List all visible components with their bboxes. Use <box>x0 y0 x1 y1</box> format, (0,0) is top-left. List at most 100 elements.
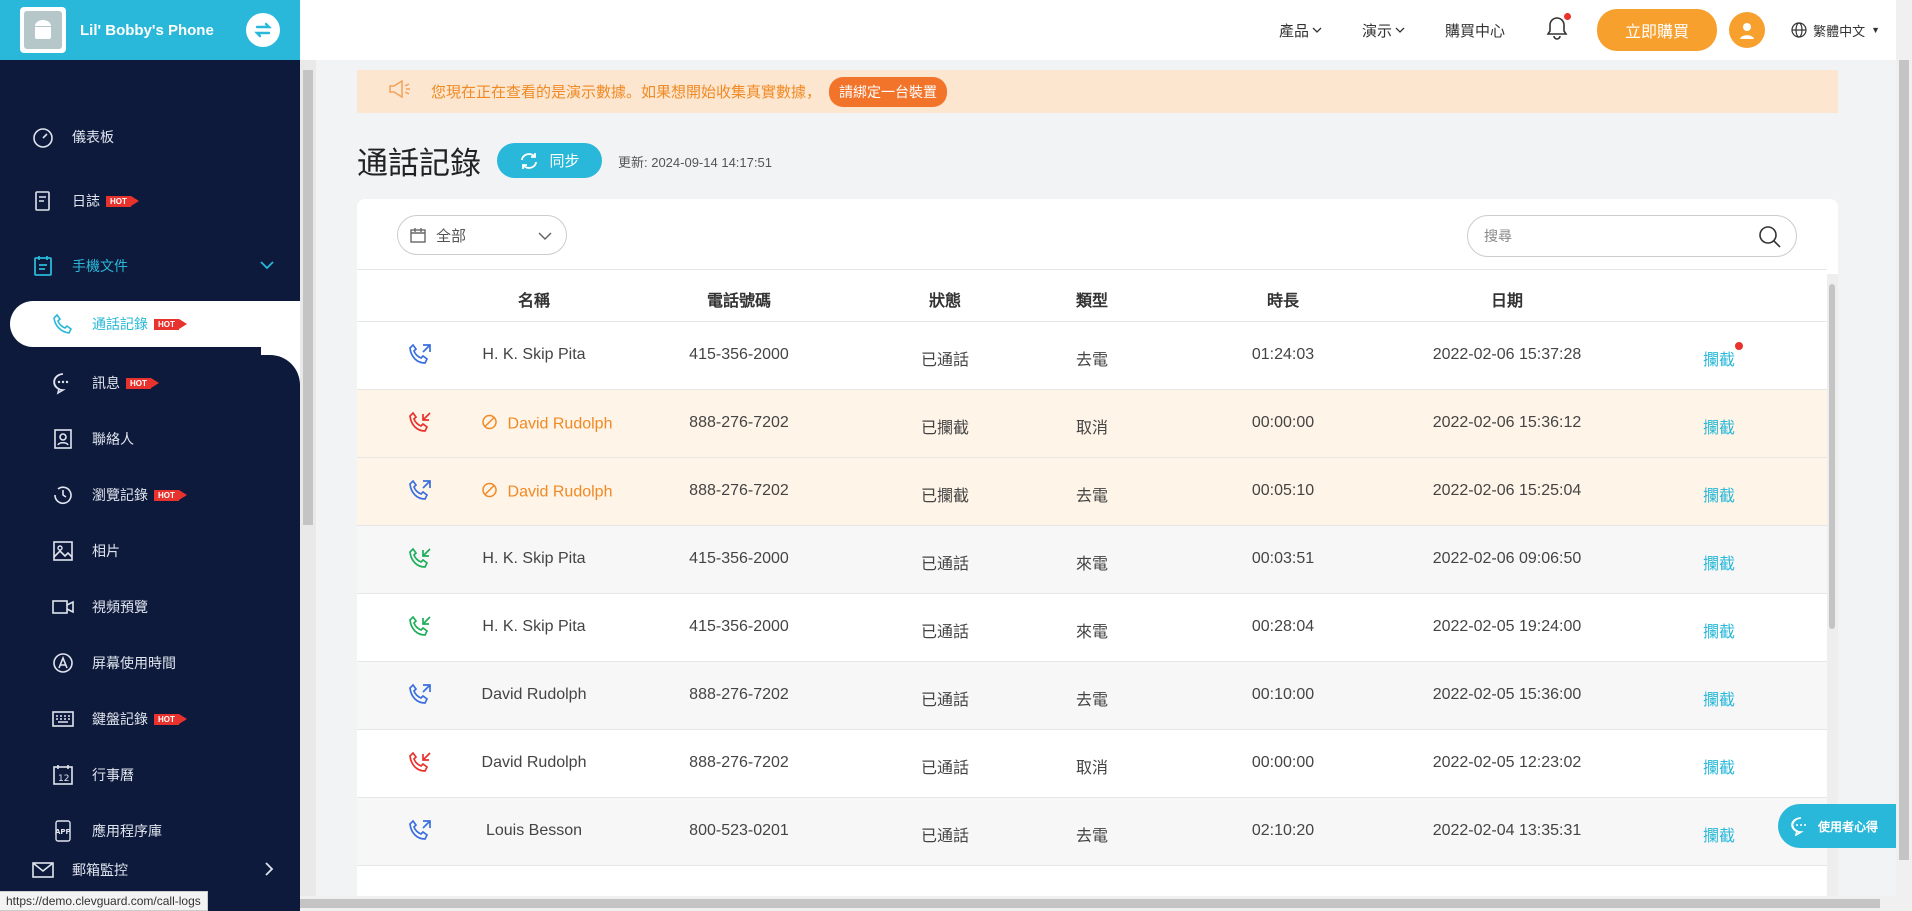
language-label: 繁體中文 <box>1813 23 1866 39</box>
phone-text: 888-276-7202 <box>689 482 789 499</box>
status-text: 已通話 <box>920 760 970 777</box>
sidebar-item-label: 郵箱監控 <box>72 862 128 878</box>
cell-duration: 00:10:00 <box>1252 686 1314 704</box>
outgoing-call-icon <box>407 342 433 373</box>
sidebar-item-screen-time[interactable]: 屏幕使用時間 <box>0 635 300 691</box>
phone-text: 888-276-7202 <box>689 414 789 431</box>
buy-now-button[interactable]: 立即購買 <box>1597 9 1718 51</box>
phone-text: 415-356-2000 <box>689 346 789 363</box>
table-row[interactable]: Louis Besson 800-523-0201 已通話 去電 02:10:20 202… <box>357 798 1827 866</box>
filter-label: 全部 <box>436 227 467 245</box>
chevron-right-icon <box>264 862 274 879</box>
cell-phone: 888-276-7202 <box>689 686 789 704</box>
table-row[interactable]: H. K. Skip Pita 415-356-2000 已通話 來電 00:03:51… <box>357 526 1827 594</box>
sidebar-item-label: 相片 <box>92 543 120 559</box>
block-link[interactable]: 攔截 <box>1703 686 1735 710</box>
cell-status: 已通話 <box>921 686 969 710</box>
sidebar-item-label: 儀表板 <box>72 129 114 145</box>
cell-status: 已攔截 <box>921 482 969 506</box>
bind-device-button[interactable]: 請綁定一台裝置 <box>829 76 948 107</box>
status-text: 已通話 <box>920 624 970 641</box>
date-text: 2022-02-05 19:24:00 <box>1432 618 1582 635</box>
status-text: 已攔截 <box>920 488 970 505</box>
sidebar-item-keylogger[interactable]: 鍵盤記錄 HOT <box>0 691 300 747</box>
status-text: 已攔截 <box>920 420 970 437</box>
hot-badge: HOT <box>154 713 187 725</box>
blocked-icon <box>482 414 498 435</box>
language-selector[interactable]: 繁體中文 ▼ <box>1791 21 1880 40</box>
chat-icon <box>1791 817 1806 836</box>
cell-phone: 800-523-0201 <box>689 822 789 840</box>
search-input[interactable] <box>1484 228 1754 244</box>
sync-button[interactable]: 同步 <box>497 143 602 178</box>
sidebar-item-messages[interactable]: 訊息 HOT <box>0 355 300 411</box>
date-filter-select[interactable]: 全部 <box>397 215 567 255</box>
demo-menu[interactable]: 演示 <box>1362 20 1405 41</box>
sidebar-item-phone-files[interactable]: 手機文件 <box>0 233 300 299</box>
phone-text: 415-356-2000 <box>689 618 789 635</box>
block-link[interactable]: 攔截 <box>1703 482 1735 506</box>
phone-text: 888-276-7202 <box>689 686 789 703</box>
buy-center-link[interactable]: 購買中心 <box>1445 20 1505 41</box>
notification-dot <box>1564 12 1572 20</box>
block-link[interactable]: 攔截 <box>1703 754 1735 778</box>
sidebar-item-dashboard[interactable]: 儀表板 <box>0 105 300 169</box>
globe-icon <box>1791 22 1807 38</box>
block-link[interactable]: 攔截 <box>1703 618 1735 642</box>
status-url: https://demo.clevguard.com/call-logs <box>0 891 208 911</box>
name-text: H. K. Skip Pita <box>482 618 586 635</box>
date-text: 2022-02-05 12:23:02 <box>1432 754 1582 771</box>
name-text: David Rudolph <box>507 483 613 501</box>
table-row[interactable]: H. K. Skip Pita 415-356-2000 已通話 去電 01:24:03… <box>357 322 1827 390</box>
cell-phone: 888-276-7202 <box>689 754 789 772</box>
table-row[interactable]: David Rudolph 888-276-7202 已通話 去電 00:10:00 20… <box>357 662 1827 730</box>
table-row[interactable]: David Rudolph 888-276-7202 已攔截 去電 00:05:10 20… <box>357 458 1827 526</box>
type-text: 去電 <box>1075 488 1109 505</box>
table-row[interactable]: H. K. Skip Pita 415-356-2000 已通話 來電 00:28:04… <box>357 594 1827 662</box>
sidebar-item-calendar[interactable]: 12 行事曆 <box>0 747 300 803</box>
history-icon <box>50 482 76 508</box>
missed-call-icon <box>407 410 433 441</box>
sidebar-item-label: 聯絡人 <box>92 431 134 447</box>
updated-timestamp: 更新: 2024-09-14 14:17:51 <box>618 155 772 170</box>
block-link[interactable]: 攔截 <box>1703 822 1735 846</box>
demo-notice: 您現在正在查看的是演示數據。如果想開始收集真實數據， 請綁定一台裝置 <box>357 70 1838 113</box>
avatar[interactable] <box>1729 12 1766 48</box>
name-text: H. K. Skip Pita <box>482 346 586 363</box>
cell-date: 2022-02-06 15:25:04 <box>1433 482 1582 500</box>
sidebar-item-log[interactable]: 日誌 HOT <box>0 169 300 233</box>
block-link[interactable]: 攔截 <box>1703 342 1744 370</box>
cell-status: 已通話 <box>921 550 969 574</box>
block-link[interactable]: 攔截 <box>1703 414 1735 438</box>
sidebar-item-photos[interactable]: 相片 <box>0 523 300 579</box>
chevron-down-icon <box>1395 27 1405 33</box>
svg-text:APP: APP <box>55 828 71 836</box>
calendar-icon <box>410 228 426 243</box>
search-icon[interactable] <box>1758 225 1782 254</box>
sidebar-item-video-preview[interactable]: 視頻預覽 <box>0 579 300 635</box>
sidebar-item-call-logs[interactable]: 通話記錄 HOT <box>10 301 300 387</box>
user-reviews-button[interactable]: 使用者心得 <box>1778 804 1896 848</box>
name-text: Louis Besson <box>485 822 583 839</box>
duration-text: 00:03:51 <box>1251 550 1315 567</box>
cell-date: 2022-02-05 12:23:02 <box>1433 754 1582 772</box>
date-text: 2022-02-06 15:25:04 <box>1432 482 1582 499</box>
sidebar-item-label: 視頻預覽 <box>92 599 148 615</box>
cell-name: David Rudolph <box>482 482 613 503</box>
content-scrollbar[interactable] <box>300 60 316 900</box>
bell-icon[interactable] <box>1545 12 1572 46</box>
sidebar-item-label: 行事曆 <box>92 767 134 783</box>
sidebar-item-browsing-history[interactable]: 瀏覽記錄 HOT <box>0 467 300 523</box>
phone-text: 800-523-0201 <box>689 822 789 839</box>
sidebar-item-contacts[interactable]: 聯絡人 <box>0 411 300 467</box>
page-scrollbar[interactable] <box>1896 0 1912 911</box>
block-link[interactable]: 攔截 <box>1703 550 1735 574</box>
table-row[interactable]: David Rudolph 888-276-7202 已攔截 取消 00:00:00 20… <box>357 390 1827 458</box>
products-menu[interactable]: 產品 <box>1279 20 1322 41</box>
cell-status: 已通話 <box>921 822 969 846</box>
switch-device-icon[interactable] <box>246 13 280 47</box>
table-row[interactable]: David Rudolph 888-276-7202 已通話 取消 00:00:00 20… <box>357 730 1827 798</box>
refresh-icon <box>521 152 538 169</box>
horizontal-scrollbar[interactable] <box>300 896 1896 911</box>
status-text: 已通話 <box>920 556 970 573</box>
